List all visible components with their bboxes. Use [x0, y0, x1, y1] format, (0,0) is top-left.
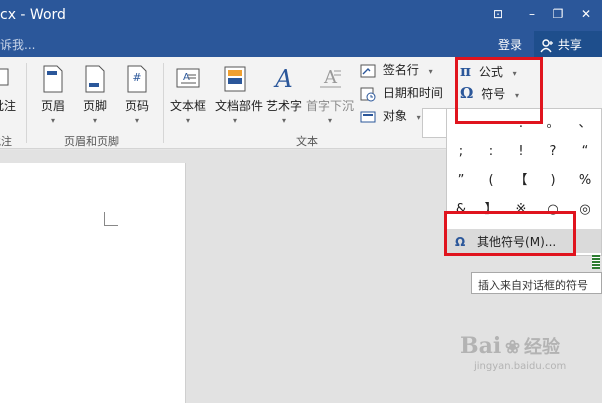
header-button[interactable]: 页眉 ▾: [33, 61, 73, 141]
watermark-brand-2: 经验: [523, 337, 560, 358]
group-separator: [163, 63, 164, 143]
drop-cap-button[interactable]: A 首字下沉 ▾: [306, 61, 354, 141]
textbox-button[interactable]: A 文本框 ▾: [168, 61, 208, 141]
header-footer-group-label: 页眉和页脚: [64, 135, 119, 148]
share-button[interactable]: 共享: [534, 31, 602, 57]
document-page[interactable]: [0, 163, 186, 403]
calendar-clock-icon: [360, 87, 376, 101]
chevron-down-icon: ▾: [92, 116, 97, 125]
chevron-down-icon: ▾: [50, 116, 55, 125]
signature-line-button[interactable]: 签名行 ▾: [360, 61, 433, 81]
watermark-brand: Bai: [460, 333, 502, 359]
svg-text:A: A: [323, 67, 338, 88]
footer-icon: [85, 65, 105, 93]
quick-parts-icon: [224, 66, 246, 92]
drop-cap-label: 首字下沉: [306, 99, 355, 113]
more-symbols-tooltip: 插入来自对话框的符号: [471, 272, 602, 294]
watermark-url: jingyan.baidu.com: [474, 361, 567, 372]
signature-icon: [360, 64, 376, 77]
window-title: cx - Word: [0, 7, 66, 23]
date-time-button[interactable]: 日期和时间: [360, 84, 443, 104]
paw-icon: ❀: [505, 337, 521, 358]
footer-button[interactable]: 页脚 ▾: [75, 61, 115, 141]
comment-icon: [0, 68, 9, 86]
object-button[interactable]: 对象 ▾: [360, 107, 421, 127]
chevron-down-icon: ▾: [416, 113, 421, 122]
header-icon: [43, 65, 63, 93]
chevron-down-icon: ▾: [327, 116, 332, 125]
symbol-cell[interactable]: !: [505, 139, 537, 165]
chevron-down-icon: ▾: [428, 67, 433, 76]
wordart-label: 艺术字: [265, 99, 302, 113]
margin-corner-mark: [104, 212, 118, 226]
minimize-icon[interactable]: –: [520, 4, 544, 24]
share-label: 共享: [557, 38, 582, 52]
status-marker: [592, 255, 600, 269]
symbol-cell[interactable]: ?: [537, 139, 569, 165]
login-link[interactable]: 登录: [498, 36, 522, 53]
title-bar: cx - Word ⊡ – ❐ ✕: [0, 0, 602, 30]
person-icon: [540, 38, 553, 52]
wordart-icon: A: [273, 65, 292, 93]
highlight-box-more-symbols: [444, 211, 576, 256]
quick-parts-button[interactable]: 文档部件 ▾: [215, 61, 264, 141]
group-separator: [26, 63, 27, 143]
drop-cap-icon: A: [320, 67, 341, 88]
restore-icon[interactable]: ❐: [546, 4, 570, 24]
page-number-button[interactable]: # 页码 ▾: [117, 61, 157, 141]
symbol-cell[interactable]: %: [569, 168, 601, 194]
chevron-down-icon: ▾: [134, 116, 139, 125]
object-label: 对象: [382, 109, 407, 123]
highlight-box-symbols: [455, 57, 543, 124]
page-number-icon: #: [127, 65, 147, 93]
comment-group-label: 批注: [0, 135, 12, 148]
text-group-label: 文本: [296, 135, 318, 148]
baidu-watermark: Bai ❀ 经验 jingyan.baidu.com: [460, 333, 600, 383]
comment-button[interactable]: 批注: [0, 61, 18, 141]
chevron-down-icon: ▾: [281, 116, 286, 125]
chevron-down-icon: ▾: [185, 116, 190, 125]
symbol-cell[interactable]: ”: [445, 168, 477, 194]
symbol-cell[interactable]: “: [569, 139, 601, 165]
date-time-label: 日期和时间: [382, 86, 443, 100]
symbol-cell[interactable]: (: [475, 168, 507, 194]
close-icon[interactable]: ✕: [574, 4, 598, 24]
symbol-cell[interactable]: ): [537, 168, 569, 194]
chevron-down-icon: ▾: [232, 116, 237, 125]
page-number-label: 页码: [124, 99, 149, 113]
symbol-cell[interactable]: :: [475, 139, 507, 165]
tell-me-input[interactable]: 诉我...: [0, 36, 35, 53]
symbol-cell[interactable]: 【: [505, 168, 537, 194]
signature-line-label: 签名行: [382, 63, 419, 77]
svg-text:A: A: [273, 65, 292, 93]
comment-label: 批注: [0, 99, 16, 113]
svg-text:#: #: [132, 71, 141, 84]
symbol-cell[interactable]: ;: [445, 139, 477, 165]
textbox-icon: A: [176, 68, 200, 88]
symbol-cell[interactable]: 、: [569, 111, 601, 137]
footer-label: 页脚: [82, 99, 107, 113]
textbox-label: 文本框: [169, 99, 206, 113]
tell-me-bar: 诉我... 登录 共享: [0, 30, 602, 57]
quick-parts-label: 文档部件: [215, 99, 264, 113]
header-label: 页眉: [40, 99, 65, 113]
ribbon-display-options-icon[interactable]: ⊡: [486, 4, 510, 24]
object-icon: [360, 111, 376, 122]
wordart-button[interactable]: A 艺术字 ▾: [264, 61, 304, 141]
